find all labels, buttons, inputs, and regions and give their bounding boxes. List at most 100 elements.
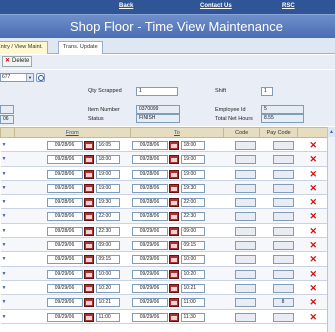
calendar-icon[interactable] (168, 298, 179, 308)
to-date-field[interactable]: 09/29/06 (131, 269, 168, 279)
calendar-icon[interactable] (83, 269, 94, 279)
from-time-field[interactable]: 18:00 (95, 155, 120, 165)
to-date-field[interactable]: 09/28/06 (131, 212, 168, 222)
delete-row-icon[interactable]: ✕ (310, 226, 318, 236)
calendar-icon[interactable] (83, 255, 94, 265)
code-field[interactable] (234, 183, 256, 193)
from-date-field[interactable]: 09/29/06 (46, 298, 83, 308)
row-select-chevron-icon[interactable]: ▼ (2, 256, 7, 262)
to-date-field[interactable]: 09/29/06 (131, 283, 168, 293)
from-time-field[interactable]: 10:00 (95, 269, 120, 279)
row-select-chevron-icon[interactable]: ▼ (2, 213, 7, 219)
row-select-chevron-icon[interactable]: ▼ (2, 314, 7, 320)
to-date-field[interactable]: 09/29/06 (131, 298, 168, 308)
to-date-field[interactable]: 09/28/06 (131, 155, 168, 165)
code-field[interactable] (234, 255, 256, 265)
code-field[interactable] (234, 298, 256, 308)
from-time-field[interactable]: 09:15 (95, 255, 120, 265)
calendar-icon[interactable] (168, 183, 179, 193)
calendar-icon[interactable] (168, 226, 179, 236)
pay-code-field[interactable] (272, 141, 294, 150)
to-date-field[interactable]: 09/29/06 (131, 312, 168, 322)
calendar-icon[interactable] (168, 141, 179, 150)
pay-code-field[interactable] (272, 283, 294, 293)
pay-code-field[interactable] (272, 183, 294, 193)
to-date-field[interactable]: 09/29/06 (131, 226, 168, 236)
delete-row-icon[interactable]: ✕ (310, 183, 318, 193)
calendar-icon[interactable] (168, 241, 179, 251)
from-time-field[interactable]: 19:00 (95, 169, 120, 179)
pay-code-field[interactable] (272, 212, 294, 222)
tab-entry-view-maint[interactable]: Entry / View Maint. (0, 41, 48, 54)
from-time-field[interactable]: 10:21 (95, 298, 120, 308)
delete-button[interactable]: ✕ Delete (2, 56, 32, 67)
search-icon[interactable] (36, 73, 45, 82)
pay-code-field[interactable] (272, 226, 294, 236)
calendar-icon[interactable] (83, 198, 94, 208)
to-date-field[interactable]: 09/29/06 (131, 241, 168, 251)
header-from[interactable]: From (13, 127, 131, 138)
to-date-field[interactable]: 09/29/06 (131, 255, 168, 265)
from-date-field[interactable]: 09/28/06 (46, 169, 83, 179)
from-date-field[interactable]: 09/28/06 (46, 226, 83, 236)
row-select-chevron-icon[interactable]: ▼ (2, 199, 7, 205)
delete-row-icon[interactable]: ✕ (310, 169, 318, 179)
scroll-up-icon[interactable]: ▲ (328, 127, 335, 137)
calendar-icon[interactable] (168, 283, 179, 293)
delete-row-icon[interactable]: ✕ (310, 254, 318, 264)
shift-field[interactable]: 1 (261, 87, 273, 96)
to-time-field[interactable]: 10:21 (180, 283, 205, 293)
calendar-icon[interactable] (83, 183, 94, 193)
code-field[interactable] (234, 312, 256, 322)
calendar-icon[interactable] (168, 155, 179, 165)
row-select-chevron-icon[interactable]: ▼ (2, 185, 7, 191)
header-to[interactable]: To (129, 127, 225, 138)
delete-row-icon[interactable]: ✕ (310, 312, 318, 322)
delete-row-icon[interactable]: ✕ (310, 154, 318, 164)
code-field[interactable] (234, 283, 256, 293)
row-select-chevron-icon[interactable]: ▼ (2, 228, 7, 234)
row-select-chevron-icon[interactable]: ▼ (2, 171, 7, 177)
from-time-field[interactable]: 11:00 (95, 312, 120, 322)
to-time-field[interactable]: 19:30 (180, 183, 205, 193)
calendar-icon[interactable] (168, 212, 179, 222)
calendar-icon[interactable] (83, 141, 94, 150)
contact-us-link[interactable]: Contact Us (200, 3, 232, 9)
back-link[interactable]: Back (119, 3, 133, 9)
to-time-field[interactable]: 19:00 (180, 155, 205, 165)
calendar-icon[interactable] (83, 298, 94, 308)
to-time-field[interactable]: 09:00 (180, 226, 205, 236)
to-date-field[interactable]: 09/28/06 (131, 141, 168, 150)
from-date-field[interactable]: 09/28/06 (46, 141, 83, 150)
from-date-field[interactable]: 09/28/06 (46, 198, 83, 208)
from-time-field[interactable]: 09:00 (95, 241, 120, 251)
grid-scrollbar[interactable]: ▲ (327, 127, 335, 332)
delete-row-icon[interactable]: ✕ (310, 297, 318, 307)
from-time-field[interactable]: 19:00 (95, 183, 120, 193)
from-date-field[interactable]: 09/29/06 (46, 283, 83, 293)
to-time-field[interactable]: 11:00 (180, 298, 205, 308)
pay-code-field[interactable] (272, 255, 294, 265)
calendar-icon[interactable] (168, 169, 179, 179)
delete-row-icon[interactable]: ✕ (310, 197, 318, 207)
to-time-field[interactable]: 18:00 (180, 141, 205, 150)
to-time-field[interactable]: 22:00 (180, 198, 205, 208)
calendar-icon[interactable] (83, 212, 94, 222)
calendar-icon[interactable] (83, 155, 94, 165)
delete-row-icon[interactable]: ✕ (310, 140, 318, 150)
pay-code-field[interactable]: 8 (272, 298, 294, 308)
code-field[interactable] (234, 269, 256, 279)
code-field[interactable] (234, 169, 256, 179)
from-date-field[interactable]: 09/28/06 (46, 183, 83, 193)
from-time-field[interactable]: 22:30 (95, 226, 120, 236)
code-field[interactable] (234, 226, 256, 236)
row-select-chevron-icon[interactable]: ▼ (2, 271, 7, 277)
code-field[interactable] (234, 241, 256, 251)
from-time-field[interactable]: 16:05 (95, 141, 120, 150)
from-date-field[interactable]: 09/29/06 (46, 269, 83, 279)
from-time-field[interactable]: 22:00 (95, 212, 120, 222)
calendar-icon[interactable] (83, 312, 94, 322)
row-select-chevron-icon[interactable]: ▼ (2, 242, 7, 248)
delete-row-icon[interactable]: ✕ (310, 211, 318, 221)
delete-row-icon[interactable]: ✕ (310, 269, 318, 279)
